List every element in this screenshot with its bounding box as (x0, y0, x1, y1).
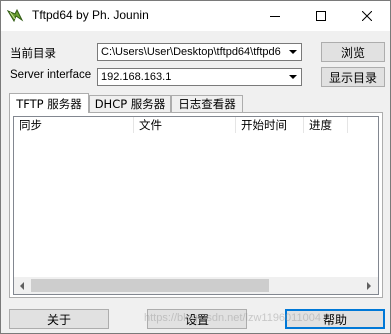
server-interface-label: Server interface (10, 69, 92, 81)
tftpd-app-icon (7, 8, 24, 23)
server-interface-combo[interactable]: 192.168.163.1 (97, 68, 302, 86)
window-title: Tftpd64 by Ph. Jounin (32, 8, 149, 22)
chevron-down-icon[interactable] (285, 44, 301, 60)
tab-log-viewer[interactable]: 日志查看器 (171, 95, 243, 112)
maximize-button[interactable] (298, 1, 344, 31)
tab-tftp-server[interactable]: TFTP 服务器 (9, 93, 89, 113)
scroll-right-icon[interactable] (361, 277, 378, 294)
chevron-down-icon[interactable] (285, 69, 301, 85)
browse-button[interactable]: 浏览 (321, 42, 385, 62)
column-header-start-time[interactable]: 开始时间 (236, 117, 304, 133)
column-header-file[interactable]: 文件 (134, 117, 236, 133)
minimize-icon (270, 16, 280, 17)
horizontal-scrollbar[interactable] (14, 277, 378, 294)
minimize-button[interactable] (252, 1, 298, 31)
title-bar[interactable]: Tftpd64 by Ph. Jounin (1, 1, 390, 31)
maximize-icon (316, 11, 326, 21)
scrollbar-thumb[interactable] (31, 279, 269, 292)
column-header-progress[interactable]: 进度 (304, 117, 348, 133)
tftp-panel: 同步 文件 开始时间 进度 (9, 112, 383, 298)
watermark-text: https://blog.csdn.net/lzw1196011004 (144, 312, 321, 324)
app-window: Tftpd64 by Ph. Jounin 当前目录 C:\Users\User… (0, 0, 391, 334)
column-header-sync[interactable]: 同步 (14, 117, 134, 133)
transfer-list[interactable]: 同步 文件 开始时间 进度 (13, 116, 379, 295)
tab-dhcp-server[interactable]: DHCP 服务器 (89, 95, 171, 112)
current-dir-value: C:\Users\User\Desktop\tftpd64\tftpd6 (101, 46, 281, 58)
close-icon (362, 11, 372, 21)
show-dir-button[interactable]: 显示目录 (321, 67, 385, 87)
scroll-left-icon[interactable] (14, 277, 31, 294)
about-button[interactable]: 关于 (9, 309, 109, 329)
list-header: 同步 文件 开始时间 进度 (14, 117, 378, 133)
current-dir-combo[interactable]: C:\Users\User\Desktop\tftpd64\tftpd6 (97, 43, 302, 61)
server-interface-value: 192.168.163.1 (101, 71, 172, 83)
close-button[interactable] (344, 1, 390, 31)
current-dir-label: 当前目录 (10, 46, 56, 60)
